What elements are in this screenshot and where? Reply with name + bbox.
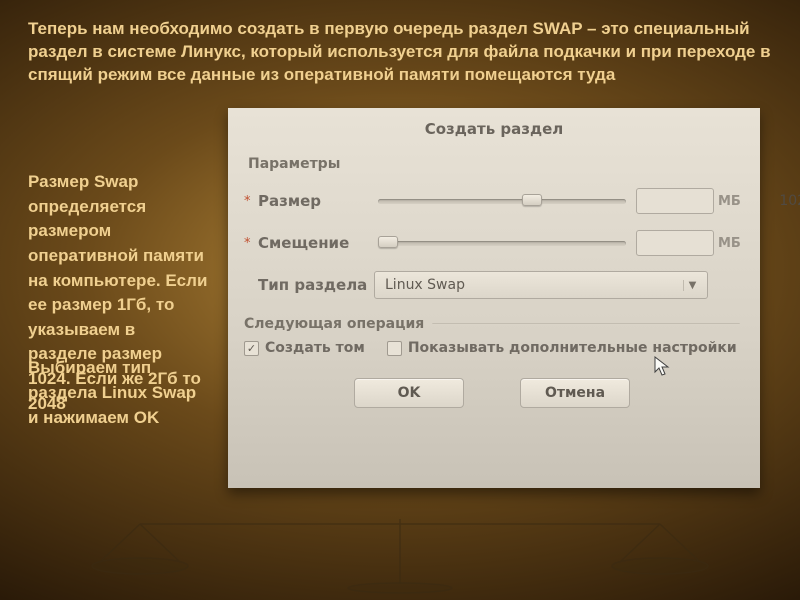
options-row: ✓ Создать том Показывать дополнительные … <box>244 340 740 356</box>
size-slider-thumb[interactable] <box>522 194 542 206</box>
type-label: Тип раздела <box>258 276 374 294</box>
size-slider[interactable] <box>374 189 636 213</box>
slide-side-text: Размер Swap определяется размером операт… <box>28 170 208 396</box>
ok-button[interactable]: OK <box>354 378 464 408</box>
create-volume-checkbox[interactable]: ✓ <box>244 341 259 356</box>
cancel-button[interactable]: Отмена <box>520 378 630 408</box>
required-marker-icon: * <box>244 236 258 251</box>
offset-slider-thumb[interactable] <box>378 236 398 248</box>
offset-label: Смещение <box>258 234 374 252</box>
balance-scale-icon <box>80 514 720 594</box>
partition-type-combo[interactable]: Linux Swap ▼ <box>374 271 708 299</box>
create-partition-dialog: Создать раздел Параметры * Размер ▲ ▼ МБ… <box>228 108 760 488</box>
required-marker-icon: * <box>244 194 258 209</box>
section-parameters: Параметры <box>248 156 740 172</box>
row-type: Тип раздела Linux Swap ▼ <box>244 266 740 304</box>
dialog-title: Создать раздел <box>228 108 760 144</box>
size-unit: МБ <box>714 194 740 209</box>
offset-slider[interactable] <box>374 231 636 255</box>
size-spinbox[interactable]: ▲ ▼ <box>636 188 714 214</box>
offset-unit: МБ <box>714 236 740 251</box>
show-advanced-checkbox[interactable] <box>387 341 402 356</box>
row-size: * Размер ▲ ▼ МБ <box>244 182 740 220</box>
chevron-down-icon: ▼ <box>683 280 701 291</box>
create-volume-label: Создать том <box>265 340 365 356</box>
show-advanced-label: Показывать дополнительные настройки <box>408 340 737 356</box>
row-offset: * Смещение ▲ ▼ МБ <box>244 224 740 262</box>
size-label: Размер <box>258 192 374 210</box>
slide-heading: Теперь нам необходимо создать в первую о… <box>28 18 772 87</box>
next-operation-divider: Следующая операция <box>244 316 740 332</box>
next-operation-label: Следующая операция <box>244 316 424 332</box>
dialog-buttons: OK Отмена <box>244 378 740 408</box>
offset-spinbox[interactable]: ▲ ▼ <box>636 230 714 256</box>
partition-type-value: Linux Swap <box>385 277 683 293</box>
